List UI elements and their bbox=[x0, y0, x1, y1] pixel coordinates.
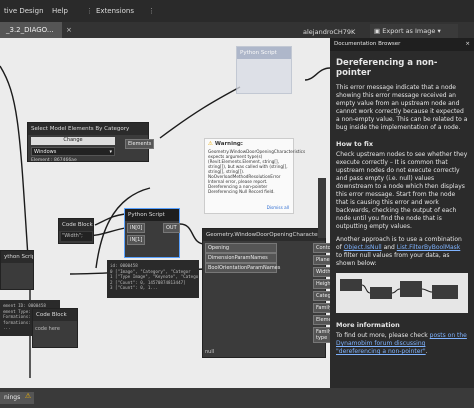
side-panel-toggle[interactable] bbox=[318, 178, 326, 238]
warning-icon[interactable]: ⚠ bbox=[22, 392, 34, 404]
doc-heading-fix: How to fix bbox=[336, 140, 374, 148]
select-elements-node[interactable]: Select Model Elements By Category Change… bbox=[27, 122, 155, 163]
warning-title-text: Warning: bbox=[214, 141, 244, 147]
menu-dots-icon[interactable]: ⋮ bbox=[86, 7, 93, 15]
node-title: Python Script bbox=[237, 47, 291, 59]
doc-text: . bbox=[425, 348, 428, 355]
tab-label: _3.2_DIAGO... bbox=[6, 26, 54, 34]
port-elements[interactable]: Elements bbox=[125, 139, 155, 149]
geometry-preview: null bbox=[205, 349, 215, 355]
warning-icon: ⚠ bbox=[208, 141, 213, 147]
menu-dots-icon-2[interactable]: ⋮ bbox=[148, 7, 155, 15]
doc-text: To find out more, please check bbox=[336, 332, 430, 339]
doc-title-bar: Documentation Browser × bbox=[330, 38, 474, 51]
close-icon[interactable]: × bbox=[465, 41, 470, 47]
menu-help[interactable]: Help bbox=[52, 7, 68, 15]
doc-panel-title: Documentation Browser bbox=[334, 41, 401, 47]
code-editor[interactable]: "Width"; bbox=[61, 232, 92, 241]
python-script-node-main[interactable]: Python Script IN[0] IN[1] OUT bbox=[124, 208, 180, 258]
example-graph-image bbox=[336, 273, 468, 313]
example-node bbox=[340, 279, 362, 291]
wire bbox=[159, 86, 241, 139]
doc-paragraph-2: Check upstream nodes to see whether they… bbox=[336, 151, 468, 230]
code-placeholder[interactable]: code here bbox=[35, 326, 60, 332]
node-title: Python Script bbox=[125, 209, 179, 221]
port-opening[interactable]: Opening bbox=[205, 243, 277, 253]
menu-extensions[interactable]: Extensions bbox=[96, 7, 134, 15]
object-isnull-link[interactable]: Object.IsNull bbox=[344, 244, 382, 251]
port-in0[interactable]: IN[0] bbox=[127, 223, 146, 233]
warnings-button[interactable]: nings bbox=[0, 392, 25, 404]
node-title: Code Block bbox=[59, 219, 93, 231]
warnings-label: nings bbox=[4, 394, 21, 401]
node-title: ython Script bbox=[1, 251, 33, 263]
node-title: Code Block bbox=[33, 309, 77, 321]
menu-design[interactable]: tive Design bbox=[4, 7, 44, 15]
graph-canvas[interactable]: Python Script Select Model Elements By C… bbox=[0, 38, 342, 388]
doc-body: Dereferencing a non-pointer This error m… bbox=[330, 51, 474, 365]
example-graph-svg bbox=[340, 279, 458, 299]
dismiss-all-link[interactable]: Dismiss all bbox=[267, 205, 289, 210]
doc-text: and bbox=[381, 244, 397, 251]
example-node bbox=[400, 281, 422, 297]
menu-bar: tive Design Help ⋮ Extensions ⋮ bbox=[0, 0, 474, 22]
port-in1[interactable]: IN[1] bbox=[127, 235, 146, 245]
doc-paragraph-3: Another approach is to use a combination… bbox=[336, 236, 468, 268]
warning-title: ⚠ Warning: bbox=[208, 141, 290, 147]
tab-close-icon[interactable]: × bbox=[66, 26, 72, 34]
code-block-node[interactable]: Code Block "Width"; bbox=[58, 218, 94, 244]
node-title: Select Model Elements By Category bbox=[28, 123, 148, 135]
change-button[interactable]: Change bbox=[31, 137, 115, 145]
warning-bubble[interactable]: ⚠ Warning: Geometry.WindowDoorOpeningCha… bbox=[204, 138, 306, 214]
example-node bbox=[370, 287, 392, 299]
port-bool-params[interactable]: BoolOrientationParamNames bbox=[205, 263, 280, 273]
status-bar: nings ⚠ bbox=[0, 388, 474, 408]
wire bbox=[304, 67, 330, 81]
doc-paragraph-4: To find out more, please check posts on … bbox=[336, 332, 468, 356]
chevron-down-icon: ▾ bbox=[109, 149, 112, 155]
python-preview: id: 0000458 0 ["Image", "Category", "Cat… bbox=[107, 260, 199, 298]
doc-heading: Dereferencing a non-pointer bbox=[336, 58, 438, 78]
doc-heading-more: More information bbox=[336, 321, 400, 329]
chevron-down-icon: ▾ bbox=[437, 27, 441, 35]
port-out[interactable]: OUT bbox=[163, 223, 180, 233]
export-label: Export as Image bbox=[382, 27, 436, 35]
doc-paragraph-1: This error message indicate that a node … bbox=[336, 84, 468, 131]
category-dropdown[interactable]: Windows ▾ bbox=[31, 147, 115, 156]
filterbyboolmask-link[interactable]: List.FilterByBoolMask bbox=[397, 244, 461, 251]
warning-body: Geometry.WindowDoorOpeningCharacteristic… bbox=[208, 149, 306, 194]
tab-workspace[interactable]: _3.2_DIAGO... bbox=[0, 22, 62, 38]
element-id: Element : 867466ae bbox=[31, 158, 77, 163]
documentation-panel: Documentation Browser × Dereferencing a … bbox=[330, 38, 474, 388]
export-button[interactable]: ▣ Export as Image ▾ bbox=[370, 24, 458, 38]
category-value: Windows bbox=[34, 149, 57, 155]
user-name[interactable]: alejandroCH79K bbox=[303, 28, 355, 36]
port-dimension-params[interactable]: DimensionParamNames bbox=[205, 253, 277, 263]
code-block-node-2[interactable]: Code Block code here bbox=[32, 308, 78, 348]
example-node bbox=[432, 285, 458, 299]
python-script-node-left[interactable]: ython Script bbox=[0, 250, 34, 290]
image-icon: ▣ bbox=[374, 27, 381, 35]
doc-text: to filter null values from your data, as… bbox=[336, 252, 450, 267]
node-title: Geometry.WindowDoorOpeningCharacteristic bbox=[203, 229, 325, 241]
geometry-node[interactable]: Geometry.WindowDoorOpeningCharacteristic… bbox=[202, 228, 342, 358]
python-script-node-top[interactable]: Python Script bbox=[236, 46, 292, 94]
